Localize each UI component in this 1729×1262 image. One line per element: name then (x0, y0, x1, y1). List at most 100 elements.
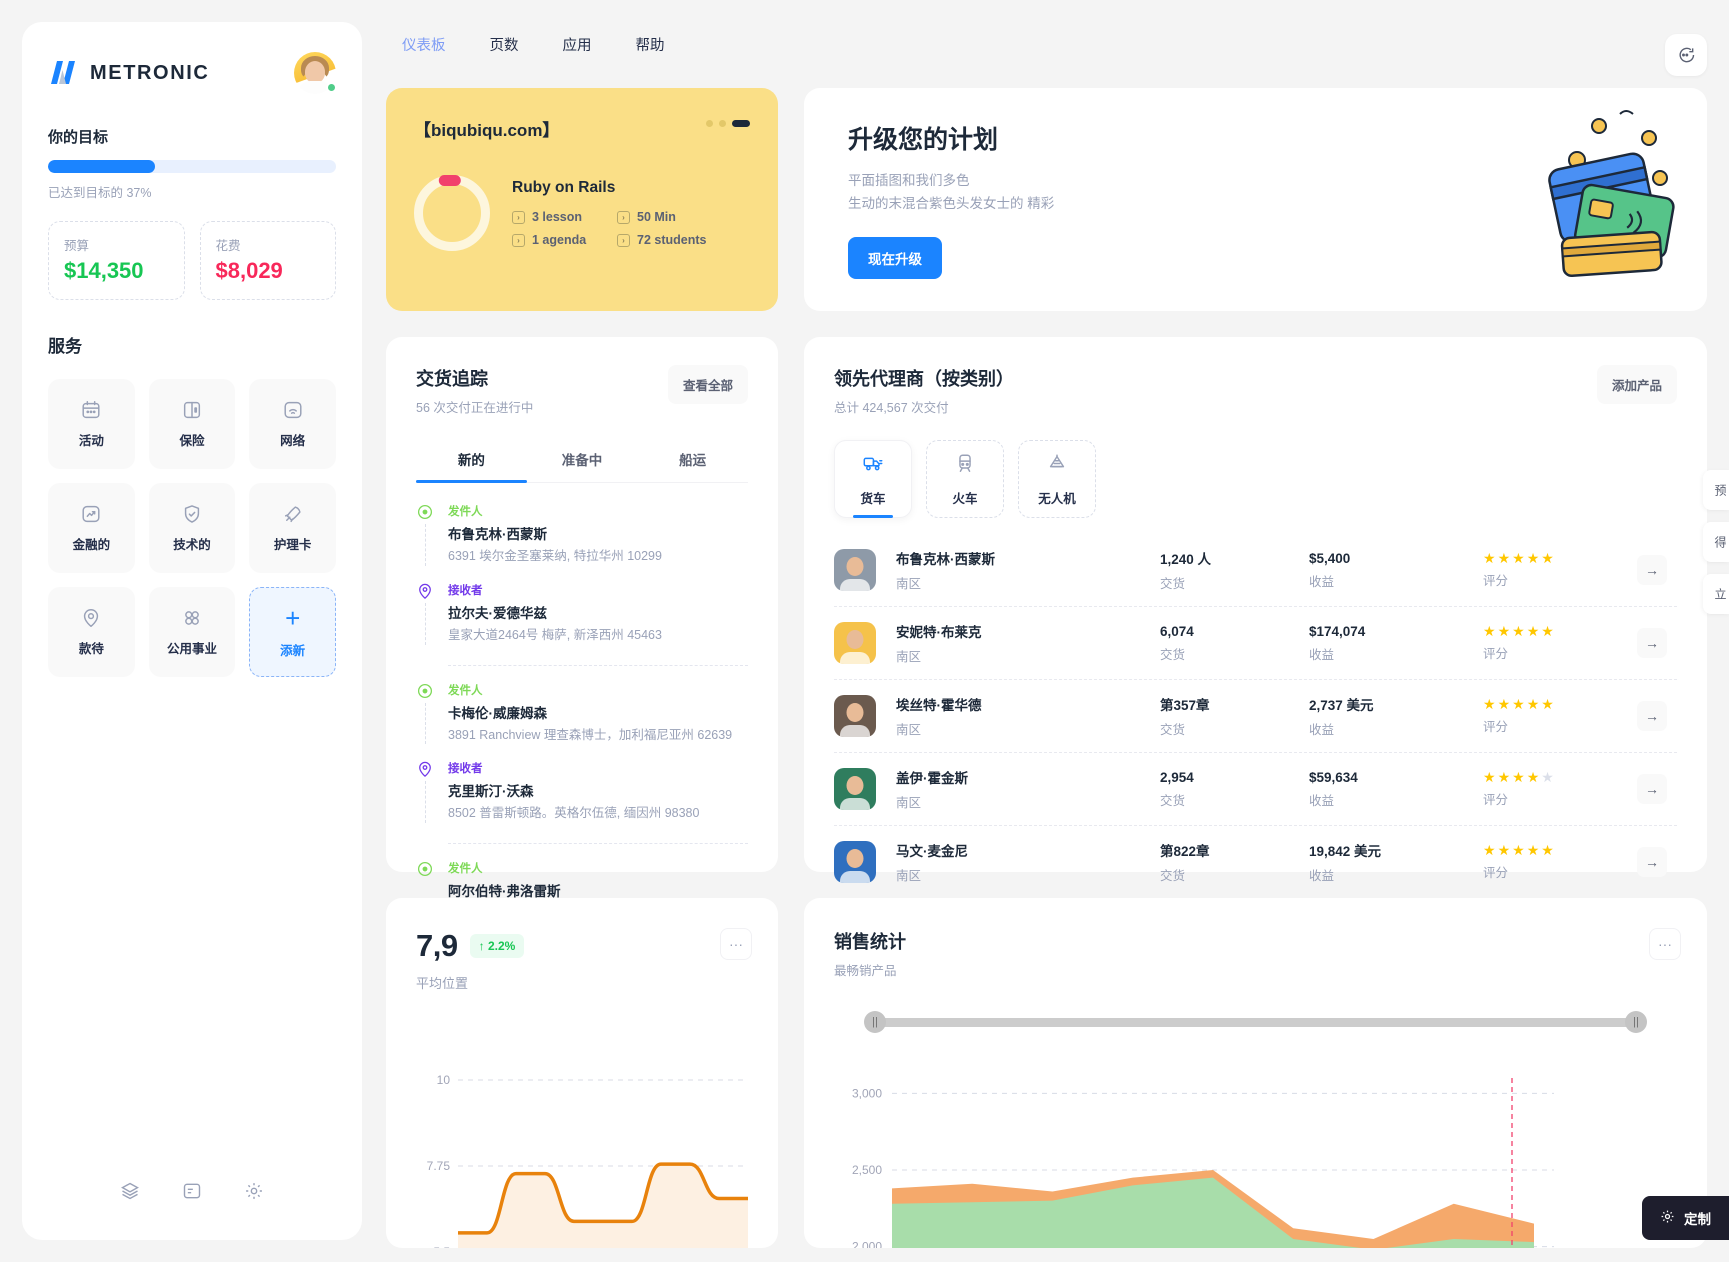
leg-kind-label: 接收者 (448, 763, 483, 776)
add-product-button[interactable]: 添加产品 (1596, 365, 1677, 404)
agent-category-3[interactable]: 无人机 (1018, 440, 1096, 518)
agent-rating-label: 评分 (1483, 866, 1509, 880)
delivery-title: 交货追踪 (416, 369, 488, 389)
dots-icon[interactable]: ··· (720, 928, 752, 960)
chart-range-slider[interactable]: || || (864, 1011, 1647, 1033)
promo-pagination[interactable] (706, 120, 750, 127)
edge-tab-2[interactable]: 得 (1703, 522, 1729, 562)
svg-text:10: 10 (437, 1073, 451, 1087)
agent-delivery-cell: 6,074 交货 (1160, 624, 1295, 663)
edge-tab-3[interactable]: 立 (1703, 574, 1729, 614)
agent-region: 南区 (896, 577, 922, 591)
agent-category-label: 无人机 (1038, 491, 1076, 506)
svg-text:2,000: 2,000 (852, 1240, 882, 1248)
leg-person-name: 拉尔夫·爱德华兹 (448, 605, 547, 621)
table-row: 埃丝特·霍华德 南区 第357章 交货 2,737 美元 收益 ★ ★ ★ ★ ★ 评分 → (834, 680, 1677, 753)
table-row: 安妮特·布莱克 南区 6,074 交货 $174,074 收益 ★ ★ ★ ★ ★ 评分 → (834, 607, 1677, 680)
table-row: 盖伊·霍金斯 南区 2,954 交货 $59,634 收益 ★ ★ ★ ★ ★ 评分 → (834, 753, 1677, 826)
agent-details-button[interactable]: → (1637, 701, 1667, 731)
upgrade-description: 平面插图和我们多色 生动的末混合紫色头发女士的 精彩 (848, 170, 1054, 215)
leg-address: 6391 埃尔金圣塞莱纳, 特拉华州 10299 (448, 549, 662, 563)
service-tile-2[interactable]: 保险 (148, 379, 236, 469)
gear-icon (1660, 1209, 1675, 1227)
promo-meta-list: › 3 lesson › 50 Min › 1 agenda › 72 students (512, 210, 706, 247)
agent-details-button[interactable]: → (1637, 774, 1667, 804)
timeline-marker (416, 682, 434, 745)
brand-name: METRONIC (90, 61, 210, 84)
dots-icon[interactable]: ··· (1649, 928, 1681, 960)
spent-label: 花费 (215, 239, 241, 253)
delivery-tab-1[interactable]: 新的 (416, 438, 527, 483)
agent-revenue-cell: 2,737 美元 收益 (1309, 694, 1469, 738)
average-position-card: 7,9 ↑ 2.2% 平均位置 ··· 10 7.75 5.5 (386, 898, 778, 1248)
brand[interactable]: METRONIC (48, 58, 209, 88)
timeline-marker (416, 503, 434, 566)
map-pin-icon (419, 762, 431, 778)
upgrade-card: 升级您的计划 平面插图和我们多色 生动的末混合紫色头发女士的 精彩 现在升级 (804, 88, 1707, 311)
agent-delivery-value: 第822章 (1160, 844, 1210, 859)
edge-tab-1[interactable]: 预 (1703, 470, 1729, 510)
timeline-marker (416, 582, 434, 645)
promo-dot-active[interactable] (732, 120, 750, 127)
leg-divider (448, 664, 748, 666)
agent-revenue-value: $5,400 (1309, 550, 1351, 566)
budget-label: 预算 (64, 239, 90, 253)
service-tile-9[interactable]: + 添新 (249, 587, 336, 677)
leg-kind-label: 接收者 (448, 584, 483, 597)
slider-handle-left[interactable]: || (864, 1011, 886, 1033)
agent-identity: 安妮特·布莱克 南区 (896, 621, 1146, 665)
position-area-chart: 10 7.75 5.5 (427, 1073, 748, 1248)
service-tile-8[interactable]: 公用事业 (148, 587, 236, 677)
chat-icon[interactable] (1665, 34, 1707, 76)
delivery-leg: 发件人 卡梅伦·威廉姆森 3891 Ranchview 理查森博士，加利福尼亚州 6… (416, 682, 748, 761)
delivery-leg: 发件人 布鲁克林·西蒙斯 6391 埃尔金圣塞莱纳, 特拉华州 10299 (416, 503, 748, 582)
service-tile-7[interactable]: 款待 (48, 587, 135, 677)
agent-category-2[interactable]: 火车 (926, 440, 1004, 518)
service-tile-5[interactable]: 技术的 (148, 483, 236, 573)
nav-item-1[interactable]: 仪表板 (402, 34, 446, 55)
service-tile-3[interactable]: 网络 (249, 379, 336, 469)
upgrade-now-button[interactable]: 现在升级 (848, 236, 942, 279)
agent-rating-cell: ★ ★ ★ ★ ★ 评分 (1483, 770, 1623, 808)
view-all-button[interactable]: 查看全部 (667, 365, 748, 404)
services-title: 服务 (48, 337, 82, 356)
agent-details-button[interactable]: → (1637, 628, 1667, 658)
slider-handle-right[interactable]: || (1625, 1011, 1647, 1033)
service-tile-label: 添新 (280, 644, 306, 658)
delivery-tab-3[interactable]: 船运 (637, 438, 748, 482)
service-tile-4[interactable]: 金融的 (48, 483, 135, 573)
promo-meta-label: 3 lesson (532, 210, 583, 224)
star-icon: ★ (1497, 842, 1511, 858)
promo-dot-2[interactable] (719, 120, 726, 127)
nav-item-2[interactable]: 页数 (490, 34, 519, 55)
agents-subtitle: 总计 424,567 次交付 (834, 401, 949, 415)
nav-item-3[interactable]: 应用 (563, 34, 592, 55)
goal-stats: 预算 $14,350 花费 $8,029 (48, 221, 336, 300)
service-tile-6[interactable]: 护理卡 (249, 483, 336, 573)
services-grid: 活动 保险 网络金融的 技术的 护理卡款待 公用事业 + 添新 (48, 379, 336, 677)
note-icon[interactable] (182, 1181, 202, 1206)
avatar[interactable] (294, 52, 337, 94)
delivery-tab-2[interactable]: 准备中 (527, 438, 638, 482)
agent-category-1[interactable]: 货车 (834, 440, 912, 518)
delivery-timeline: 发件人 布鲁克林·西蒙斯 6391 埃尔金圣塞莱纳, 特拉华州 10299 接收者 拉尔… (416, 503, 748, 916)
agent-name: 布鲁克林·西蒙斯 (896, 552, 995, 567)
delivery-tracking-card: 交货追踪 56 次交付正在进行中 查看全部 新的 准备中 船运 发件人 布鲁克林·西蒙… (386, 337, 778, 899)
service-tile-label: 护理卡 (273, 538, 312, 552)
leg-address: 3891 Ranchview 理查森博士，加利福尼亚州 62639 (448, 727, 733, 742)
agent-revenue-label: 收益 (1309, 869, 1335, 883)
position-value: 7,9 (416, 928, 458, 963)
agent-details-button[interactable]: → (1637, 847, 1667, 877)
nav-item-4[interactable]: 帮助 (636, 34, 665, 55)
promo-dot-1[interactable] (706, 120, 713, 127)
delivery-subtitle: 56 次交付正在进行中 (416, 401, 534, 415)
grid-dots-icon (181, 607, 203, 629)
agent-details-button[interactable]: → (1637, 555, 1667, 585)
layers-icon[interactable] (120, 1181, 140, 1206)
wallet-illustration (1477, 108, 1677, 293)
chart-up-icon (80, 503, 102, 525)
agent-region: 南区 (896, 869, 922, 883)
service-tile-1[interactable]: 活动 (48, 379, 135, 469)
gear-icon[interactable] (244, 1181, 264, 1206)
customize-button[interactable]: 定制 (1642, 1196, 1729, 1240)
